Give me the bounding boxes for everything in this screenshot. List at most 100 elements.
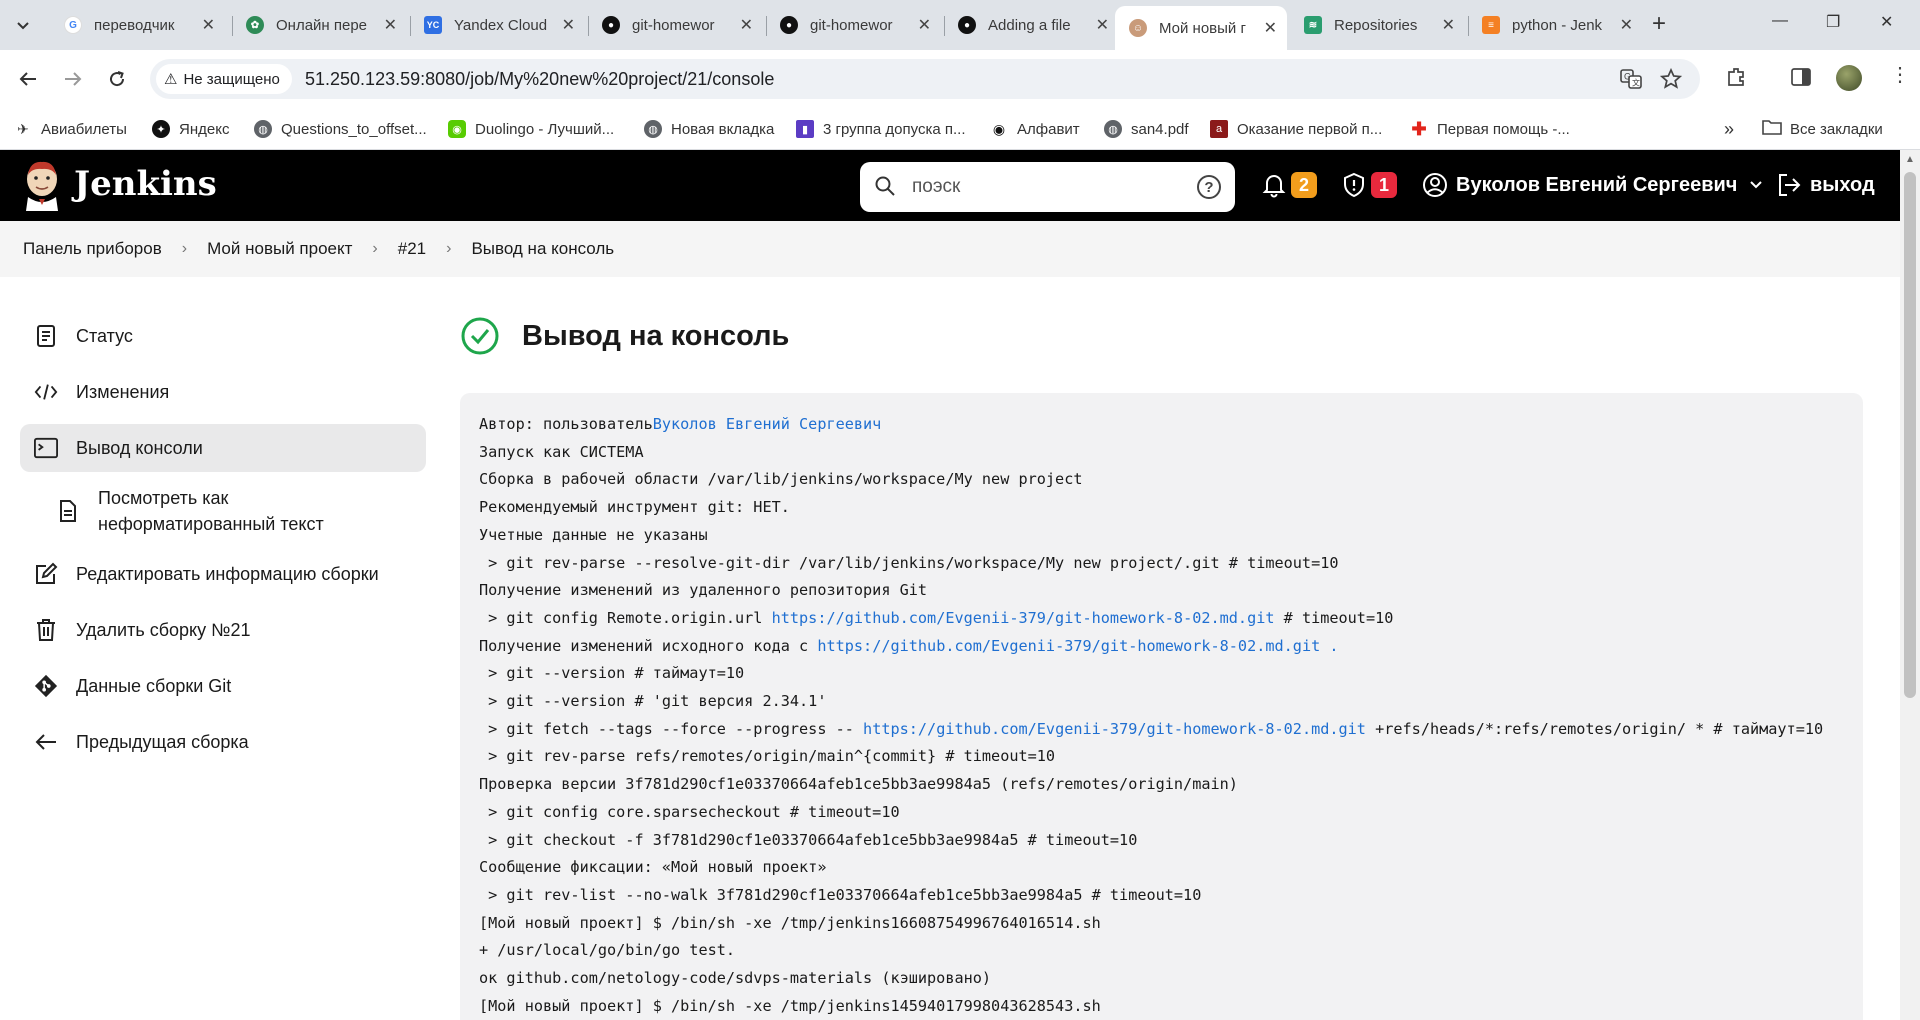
breadcrumb-dashboard[interactable]: Панель приборов	[23, 239, 162, 259]
browser-tab[interactable]: ✿ Онлайн пере ✕	[232, 8, 407, 42]
browser-tab[interactable]: ≡ python - Jenk ✕	[1468, 8, 1643, 42]
notifications-button[interactable]: 2	[1262, 172, 1317, 198]
globe-icon: ◍	[644, 120, 662, 138]
breadcrumb-console[interactable]: Вывод на консоль	[471, 239, 614, 259]
sidebar-item-previous-build[interactable]: Предыдущая сборка	[20, 718, 426, 766]
bookmark-item[interactable]: ◉ Duolingo - Лучший...	[448, 117, 614, 141]
close-tab-icon[interactable]: ✕	[1620, 15, 1633, 35]
chevron-right-icon[interactable]: ›	[446, 240, 451, 258]
extensions-icon[interactable]	[1726, 66, 1748, 93]
tab-search-button[interactable]	[10, 13, 36, 39]
user-link[interactable]: Вуколов Евгений Сергеевич	[653, 415, 882, 433]
repo-link-suffix[interactable]: .	[1320, 637, 1338, 655]
bookmark-item[interactable]: ▮ 3 группа допуска п...	[796, 117, 966, 141]
jenkins-logo[interactable]	[22, 159, 62, 211]
forward-button[interactable]	[58, 64, 88, 94]
close-tab-icon[interactable]: ✕	[918, 15, 931, 35]
bookmark-item[interactable]: ◍ Questions_to_offset...	[254, 117, 427, 141]
console-line: > git config core.sparsecheckout # timeo…	[479, 802, 900, 821]
browser-tab[interactable]: YC Yandex Cloud ✕	[410, 8, 585, 42]
yandex-icon: ✦	[152, 120, 170, 138]
console-line: > git rev-parse --resolve-git-dir /var/l…	[479, 553, 1339, 572]
repo-link[interactable]: https://github.com/Evgenii-379/git-homew…	[772, 609, 1275, 627]
translator-icon: ✿	[246, 16, 264, 34]
terminal-icon	[34, 436, 58, 460]
sidebar-item-console-output[interactable]: Вывод консоли	[20, 424, 426, 472]
star-icon[interactable]	[1659, 67, 1683, 95]
scroll-up-icon[interactable]: ▲	[1905, 154, 1915, 165]
close-tab-icon[interactable]: ✕	[384, 15, 397, 35]
close-window-icon[interactable]: ✕	[1880, 12, 1893, 32]
browser-menu-icon[interactable]: ⋮	[1890, 62, 1910, 87]
browser-tab[interactable]: ● git-homewor ✕	[766, 8, 941, 42]
more-bookmarks-icon[interactable]: »	[1724, 117, 1734, 141]
url-text[interactable]: 51.250.123.59:8080/job/My%20new%20projec…	[305, 69, 774, 90]
arrow-right-icon	[65, 72, 82, 86]
address-bar[interactable]: ⚠ Не защищено 51.250.123.59:8080/job/My%…	[150, 59, 1700, 99]
breadcrumb: Панель приборов › Мой новый проект › #21…	[0, 221, 1900, 277]
console-line: + /usr/local/go/bin/go test.	[479, 941, 736, 960]
page-scrollbar[interactable]: ▲	[1900, 150, 1920, 1020]
browser-tab[interactable]: G переводчик ✕	[50, 8, 225, 42]
translate-icon[interactable]: G文	[1620, 68, 1642, 95]
github-icon: ●	[602, 16, 620, 34]
chevron-right-icon[interactable]: ›	[372, 240, 377, 258]
close-tab-icon[interactable]: ✕	[1264, 18, 1277, 38]
yandex-cloud-icon: YC	[424, 16, 442, 34]
document-icon	[34, 324, 58, 348]
browser-tab[interactable]: ● git-homewor ✕	[588, 8, 763, 42]
security-button[interactable]: 1	[1342, 172, 1397, 198]
close-tab-icon[interactable]: ✕	[1442, 15, 1455, 35]
user-menu[interactable]: Вуколов Евгений Сергеевич	[1422, 172, 1763, 198]
close-tab-icon[interactable]: ✕	[202, 15, 215, 35]
eye-icon: ◉	[990, 120, 1008, 138]
site-info-chip[interactable]: ⚠ Не защищено	[156, 64, 292, 94]
repo-link[interactable]: https://github.com/Evgenii-379/git-homew…	[817, 637, 1320, 655]
browser-tab[interactable]: ≋ Repositories ✕	[1290, 8, 1465, 42]
sidebar-item-edit-build[interactable]: Редактировать информацию сборки	[20, 550, 426, 598]
console-line: Сборка в рабочей области /var/lib/jenkin…	[479, 470, 1083, 489]
console-line: > git rev-list --no-walk 3f781d290cf1e03…	[479, 885, 1202, 904]
browser-tab[interactable]: ● Adding a file ✕	[944, 8, 1119, 42]
sidebar-item-plain-text[interactable]: Посмотреть как неформатированный текст	[20, 480, 426, 542]
browser-toolbar: ⚠ Не защищено 51.250.123.59:8080/job/My%…	[0, 50, 1920, 108]
profile-avatar[interactable]	[1836, 65, 1862, 91]
side-panel-icon[interactable]	[1790, 66, 1812, 93]
browser-tab-active[interactable]: ☺ Мой новый г ✕	[1115, 6, 1287, 50]
console-line: > git rev-parse refs/remotes/origin/main…	[479, 747, 1056, 766]
close-tab-icon[interactable]: ✕	[740, 15, 753, 35]
bookmark-item[interactable]: ✦ Яндекс	[152, 117, 229, 141]
bookmark-item[interactable]: ◉ Алфавит	[990, 117, 1080, 141]
close-tab-icon[interactable]: ✕	[1096, 15, 1109, 35]
sidebar-item-status[interactable]: Статус	[20, 312, 426, 360]
bookmark-item[interactable]: ✈ Авиабилеты	[14, 117, 127, 141]
reload-button[interactable]	[102, 64, 132, 94]
bookmark-item[interactable]: a Оказание первой п...	[1210, 117, 1382, 141]
bookmark-item[interactable]: ◍ san4.pdf	[1104, 117, 1189, 141]
breadcrumb-project[interactable]: Мой новый проект	[207, 239, 352, 259]
logout-button[interactable]: выход	[1776, 172, 1875, 198]
warning-triangle-icon: ⚠	[164, 71, 178, 88]
bookmark-item[interactable]: ✚ Первая помощь -...	[1410, 117, 1570, 141]
new-tab-button[interactable]: +	[1652, 10, 1666, 38]
chevron-right-icon[interactable]: ›	[182, 240, 187, 258]
back-button[interactable]	[13, 64, 43, 94]
search-input[interactable]	[912, 174, 1172, 200]
minimize-icon[interactable]: —	[1772, 12, 1788, 30]
sidebar-item-changes[interactable]: Изменения	[20, 368, 426, 416]
close-tab-icon[interactable]: ✕	[562, 15, 575, 35]
repo-link[interactable]: https://github.com/Evgenii-379/git-homew…	[863, 720, 1366, 738]
sidebar-item-delete-build[interactable]: Удалить сборку №21	[20, 606, 426, 654]
console-line: [Мой новый проект] $ /bin/sh -xe /tmp/je…	[479, 913, 1101, 932]
bookmark-item[interactable]: ◍ Новая вкладка	[644, 117, 774, 141]
sidebar-item-git-data[interactable]: Данные сборки Git	[20, 662, 426, 710]
jenkins-title[interactable]: Jenkins	[74, 164, 217, 204]
breadcrumb-build[interactable]: #21	[398, 239, 426, 259]
duolingo-icon: ◉	[448, 120, 466, 138]
restore-icon[interactable]: ❐	[1826, 12, 1840, 32]
scrollbar-thumb[interactable]	[1904, 172, 1916, 698]
arrow-left-icon	[19, 72, 36, 86]
all-bookmarks-button[interactable]: Все закладки	[1762, 117, 1883, 141]
console-line: ок github.com/netology-code/sdvps-materi…	[479, 969, 992, 988]
help-icon[interactable]: ?	[1197, 175, 1221, 199]
